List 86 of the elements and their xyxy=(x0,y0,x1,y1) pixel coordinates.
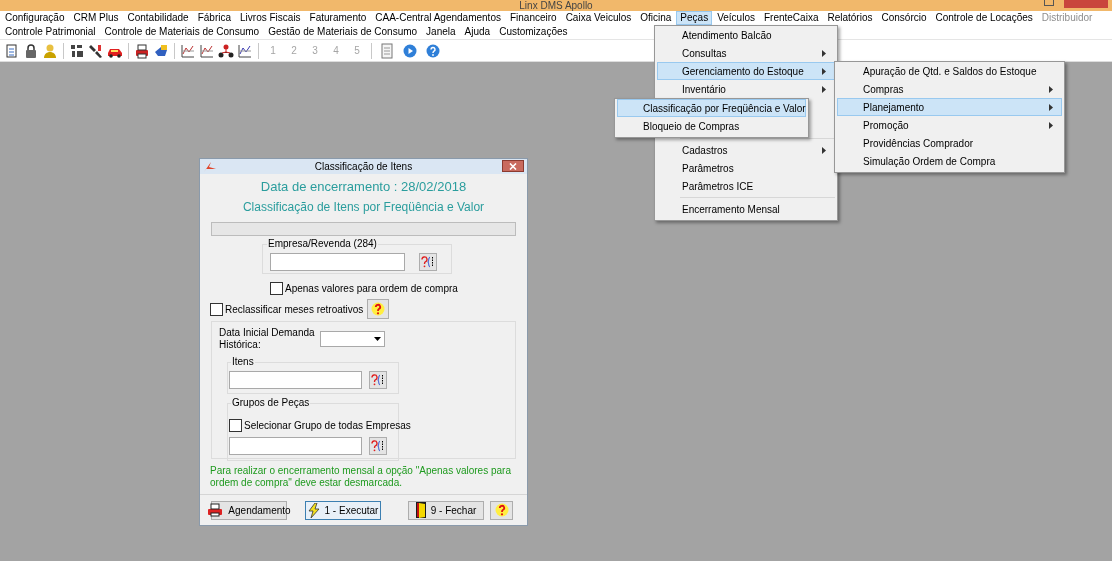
menu-item[interactable]: Fábrica xyxy=(193,11,236,25)
menu-item[interactable]: CRM Plus xyxy=(69,11,123,25)
dialog-button[interactable]: 1 - Executar xyxy=(305,500,381,520)
chart-icon[interactable] xyxy=(180,42,196,59)
window-title: Linx DMS Apollo xyxy=(519,1,593,11)
lookup-button[interactable] xyxy=(419,253,437,271)
menu-item[interactable]: Livros Fiscais xyxy=(236,11,305,25)
checkbox[interactable] xyxy=(270,281,283,295)
menu-item[interactable]: Parâmetros ICE xyxy=(657,177,835,195)
menu-item[interactable]: Promoção xyxy=(837,116,1062,134)
dialog-button[interactable]: 9 - Fechar xyxy=(408,500,484,520)
chart-icon[interactable] xyxy=(237,42,253,59)
menu-item[interactable]: Cadastros xyxy=(657,141,835,159)
menu-item[interactable]: Compras xyxy=(837,80,1062,98)
info-note: Para realizar o encerramento mensal a opção "Apenas valores para ordem de compra" deve estar desmarcada. xyxy=(210,465,512,489)
menu-item[interactable]: Financeiro xyxy=(505,11,561,25)
menu-item[interactable]: Atendimento Balcão xyxy=(657,26,835,44)
menu-item[interactable]: CAA-Central Agendamentos xyxy=(371,11,505,25)
help-button[interactable] xyxy=(490,500,513,520)
menu-item[interactable]: Controle de Materiais de Consumo xyxy=(100,25,264,39)
lookup-button[interactable] xyxy=(369,371,387,389)
menu-item[interactable]: Classificação por Freqüência e Valor xyxy=(617,99,806,117)
close-icon xyxy=(509,162,517,170)
lookup-button[interactable] xyxy=(369,437,387,455)
groups-input-field[interactable] xyxy=(229,437,362,455)
lookup-icon xyxy=(371,374,385,386)
group-label: Empresa/Revenda (284) xyxy=(267,238,378,250)
menu-item[interactable]: Planejamento xyxy=(837,98,1062,116)
menu-item[interactable]: Customizações xyxy=(495,25,572,39)
play-icon[interactable] xyxy=(402,42,418,59)
menu-item[interactable]: Oficina xyxy=(636,11,676,25)
menu-item[interactable]: Gerenciamento do Estoque xyxy=(657,62,835,80)
checkbox[interactable] xyxy=(210,302,223,316)
menu-item[interactable]: Peças xyxy=(676,11,713,25)
menu-item[interactable]: Gestão de Materiais de Consumo xyxy=(264,25,422,39)
menu-item[interactable]: Providências Comprador xyxy=(837,134,1062,152)
menu-item[interactable]: Parâmetros xyxy=(657,159,835,177)
dialog-heading: Classificação de Itens por Freqüência e Valor xyxy=(241,199,486,216)
menu-item[interactable]: Relatórios xyxy=(823,11,877,25)
menu-item[interactable]: Caixa Veiculos xyxy=(561,11,636,25)
items-input-field[interactable] xyxy=(229,371,362,389)
lookup-icon xyxy=(371,440,385,452)
printer-icon xyxy=(207,503,224,517)
door-icon xyxy=(415,502,426,518)
lock-icon[interactable] xyxy=(23,42,39,59)
menu-item[interactable]: Controle Patrimonial xyxy=(1,25,100,39)
dialog-title: Classificação de Itens xyxy=(314,160,413,174)
group-label: Itens xyxy=(231,356,255,368)
date-dropdown[interactable] xyxy=(320,331,385,347)
printer-icon[interactable] xyxy=(134,42,150,59)
checkbox[interactable] xyxy=(229,419,242,432)
date-label: Data Inicial Demanda Histórica: xyxy=(219,327,316,351)
close-button[interactable] xyxy=(502,160,524,172)
menu-item[interactable]: Configuração xyxy=(1,11,69,25)
menu-item[interactable]: FrenteCaixa xyxy=(759,11,823,25)
checkbox-label: Apenas valores para ordem de compra xyxy=(285,281,458,296)
company-input-field[interactable] xyxy=(270,253,405,271)
maximize-button[interactable] xyxy=(1044,0,1054,6)
menu-item[interactable]: Consultas xyxy=(657,44,835,62)
lookup-icon xyxy=(421,256,435,268)
menu-item[interactable]: Encerramento Mensal xyxy=(657,200,835,218)
menu-item[interactable]: Consórcio xyxy=(877,11,931,25)
help-icon[interactable] xyxy=(425,42,441,59)
menu-item[interactable]: Veículos xyxy=(713,11,759,25)
menu-item[interactable]: Contabilidade xyxy=(123,11,193,25)
menu-item[interactable]: Apuração de Qtd. e Saldos do Estoque xyxy=(837,62,1062,80)
checkbox-label: Selecionar Grupo de todas Empresas xyxy=(244,419,411,433)
menu-item[interactable]: Controle de Locações xyxy=(931,11,1037,25)
help-icon xyxy=(371,302,386,316)
menu-item[interactable]: Janela xyxy=(422,25,460,39)
tools-icon[interactable] xyxy=(88,42,104,59)
menu-item[interactable]: Inventário xyxy=(657,80,835,98)
menu-item[interactable]: Faturamento xyxy=(305,11,371,25)
lightning-icon xyxy=(307,502,320,518)
help-icon xyxy=(494,503,509,517)
dropdown-arrow-icon xyxy=(374,337,381,341)
group-label: Grupos de Peças xyxy=(231,397,311,409)
help-button[interactable] xyxy=(367,299,390,319)
grid-icon[interactable] xyxy=(69,42,85,59)
checkbox-label: Reclassificar meses retroativos xyxy=(225,302,364,317)
chart-icon[interactable] xyxy=(199,42,215,59)
menu-item[interactable]: Bloqueio de Compras xyxy=(617,117,806,135)
network-icon[interactable] xyxy=(218,42,234,59)
closing-date-heading: Data de encerramento : 28/02/2018 xyxy=(259,178,468,196)
menu-item[interactable]: Simulação Ordem de Compra xyxy=(837,152,1062,170)
menu-item[interactable]: Ajuda xyxy=(460,25,495,39)
